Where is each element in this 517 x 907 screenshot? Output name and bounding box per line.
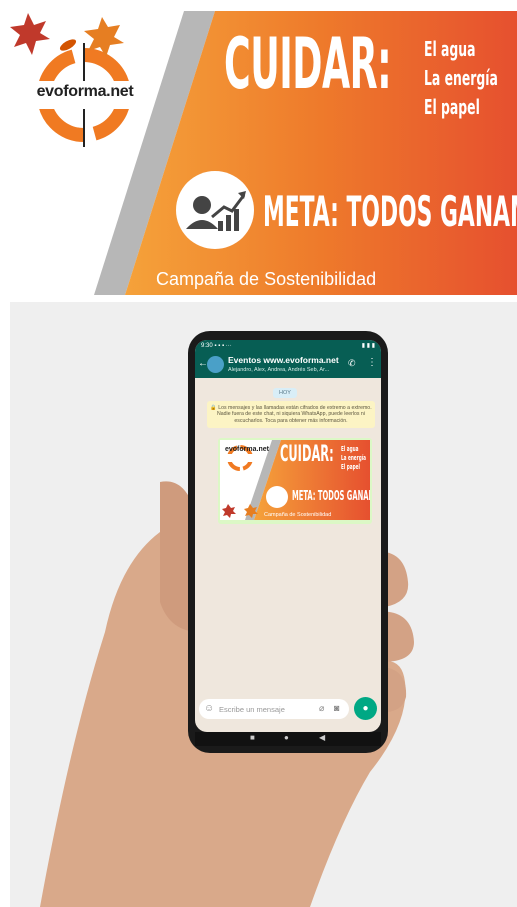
care-item: La energía [424, 66, 498, 90]
chat-members: Alejandro, Alex, Andrea, Andrés Seb, Ar.… [228, 367, 330, 373]
mini-growth-icon [266, 486, 288, 508]
mini-care-item: El papel [341, 463, 360, 471]
care-item: El agua [424, 37, 476, 61]
attach-icon[interactable]: ⌀ [319, 703, 324, 714]
mini-logo-text: evoforma.net [225, 446, 269, 453]
status-time: 9:30 [201, 343, 213, 349]
recents-icon[interactable]: ■ [250, 733, 255, 742]
image-message[interactable]: evoforma.net CUIDAR: El agua La energía … [218, 438, 372, 524]
encryption-notice[interactable]: 🔒 Los mensajes y las llamadas están cifr… [207, 401, 375, 428]
goal-text: META: TODOS GANAMOS! [263, 187, 517, 236]
microphone-button[interactable]: ● [354, 697, 377, 720]
message-input[interactable]: Escribe un mensaje [219, 705, 285, 714]
date-chip: HOY [273, 388, 297, 398]
campaign-banner: evoforma.net CUIDAR: El agua La energía … [10, 11, 517, 295]
mini-headline: CUIDAR: [280, 442, 334, 467]
camera-icon[interactable]: ◙ [334, 703, 339, 713]
mini-goal-text: META: TODOS GANAMOS! [292, 489, 370, 504]
status-icons: ▪ ▪ ▪ ··· [214, 343, 232, 349]
phone-photo: 9:30 ▪ ▪ ▪ ··· ▮ ▮ ▮ ← Eventos www.evofo… [10, 302, 517, 907]
more-vertical-icon[interactable]: ⋮ [367, 357, 377, 368]
care-items: El agua La energía El papel [424, 35, 516, 122]
mini-care-item: El agua [341, 445, 359, 453]
whatsapp-screen: 9:30 ▪ ▪ ▪ ··· ▮ ▮ ▮ ← Eventos www.evofo… [195, 340, 381, 732]
chat-title[interactable]: Eventos www.evoforma.net [228, 355, 339, 365]
autumn-leaves-icon [10, 13, 124, 57]
shared-banner-image[interactable]: evoforma.net CUIDAR: El agua La energía … [220, 440, 370, 520]
smartphone: 9:30 ▪ ▪ ▪ ··· ▮ ▮ ▮ ← Eventos www.evofo… [188, 331, 388, 753]
headline: CUIDAR: [224, 23, 392, 105]
mini-campaign-label: Campaña de Sostenibilidad [264, 512, 332, 518]
phone-add-icon[interactable]: ✆ [348, 358, 356, 369]
chat-header[interactable]: ← Eventos www.evoforma.net Alejandro, Al… [195, 352, 381, 378]
status-bar: 9:30 ▪ ▪ ▪ ··· ▮ ▮ ▮ [195, 340, 381, 352]
back-nav-icon[interactable]: ◀ [319, 733, 325, 742]
logo-text: evoforma.net [36, 83, 134, 100]
signal-icon: ▮ ▮ ▮ [361, 343, 375, 349]
mini-care-item: La energía [341, 454, 367, 462]
emoji-icon[interactable]: ☺ [204, 703, 214, 714]
growth-chart-icon [176, 171, 254, 249]
android-nav-bar: ■ ● ◀ [195, 732, 381, 746]
group-avatar[interactable] [207, 356, 224, 373]
message-input-bar[interactable]: ☺ Escribe un mensaje ⌀ ◙ [199, 699, 349, 719]
care-item: El papel [424, 95, 480, 119]
home-icon[interactable]: ● [284, 733, 289, 742]
mini-care-items: El agua La energía El papel [341, 445, 370, 472]
campaign-label: Campaña de Sostenibilidad [156, 269, 377, 289]
